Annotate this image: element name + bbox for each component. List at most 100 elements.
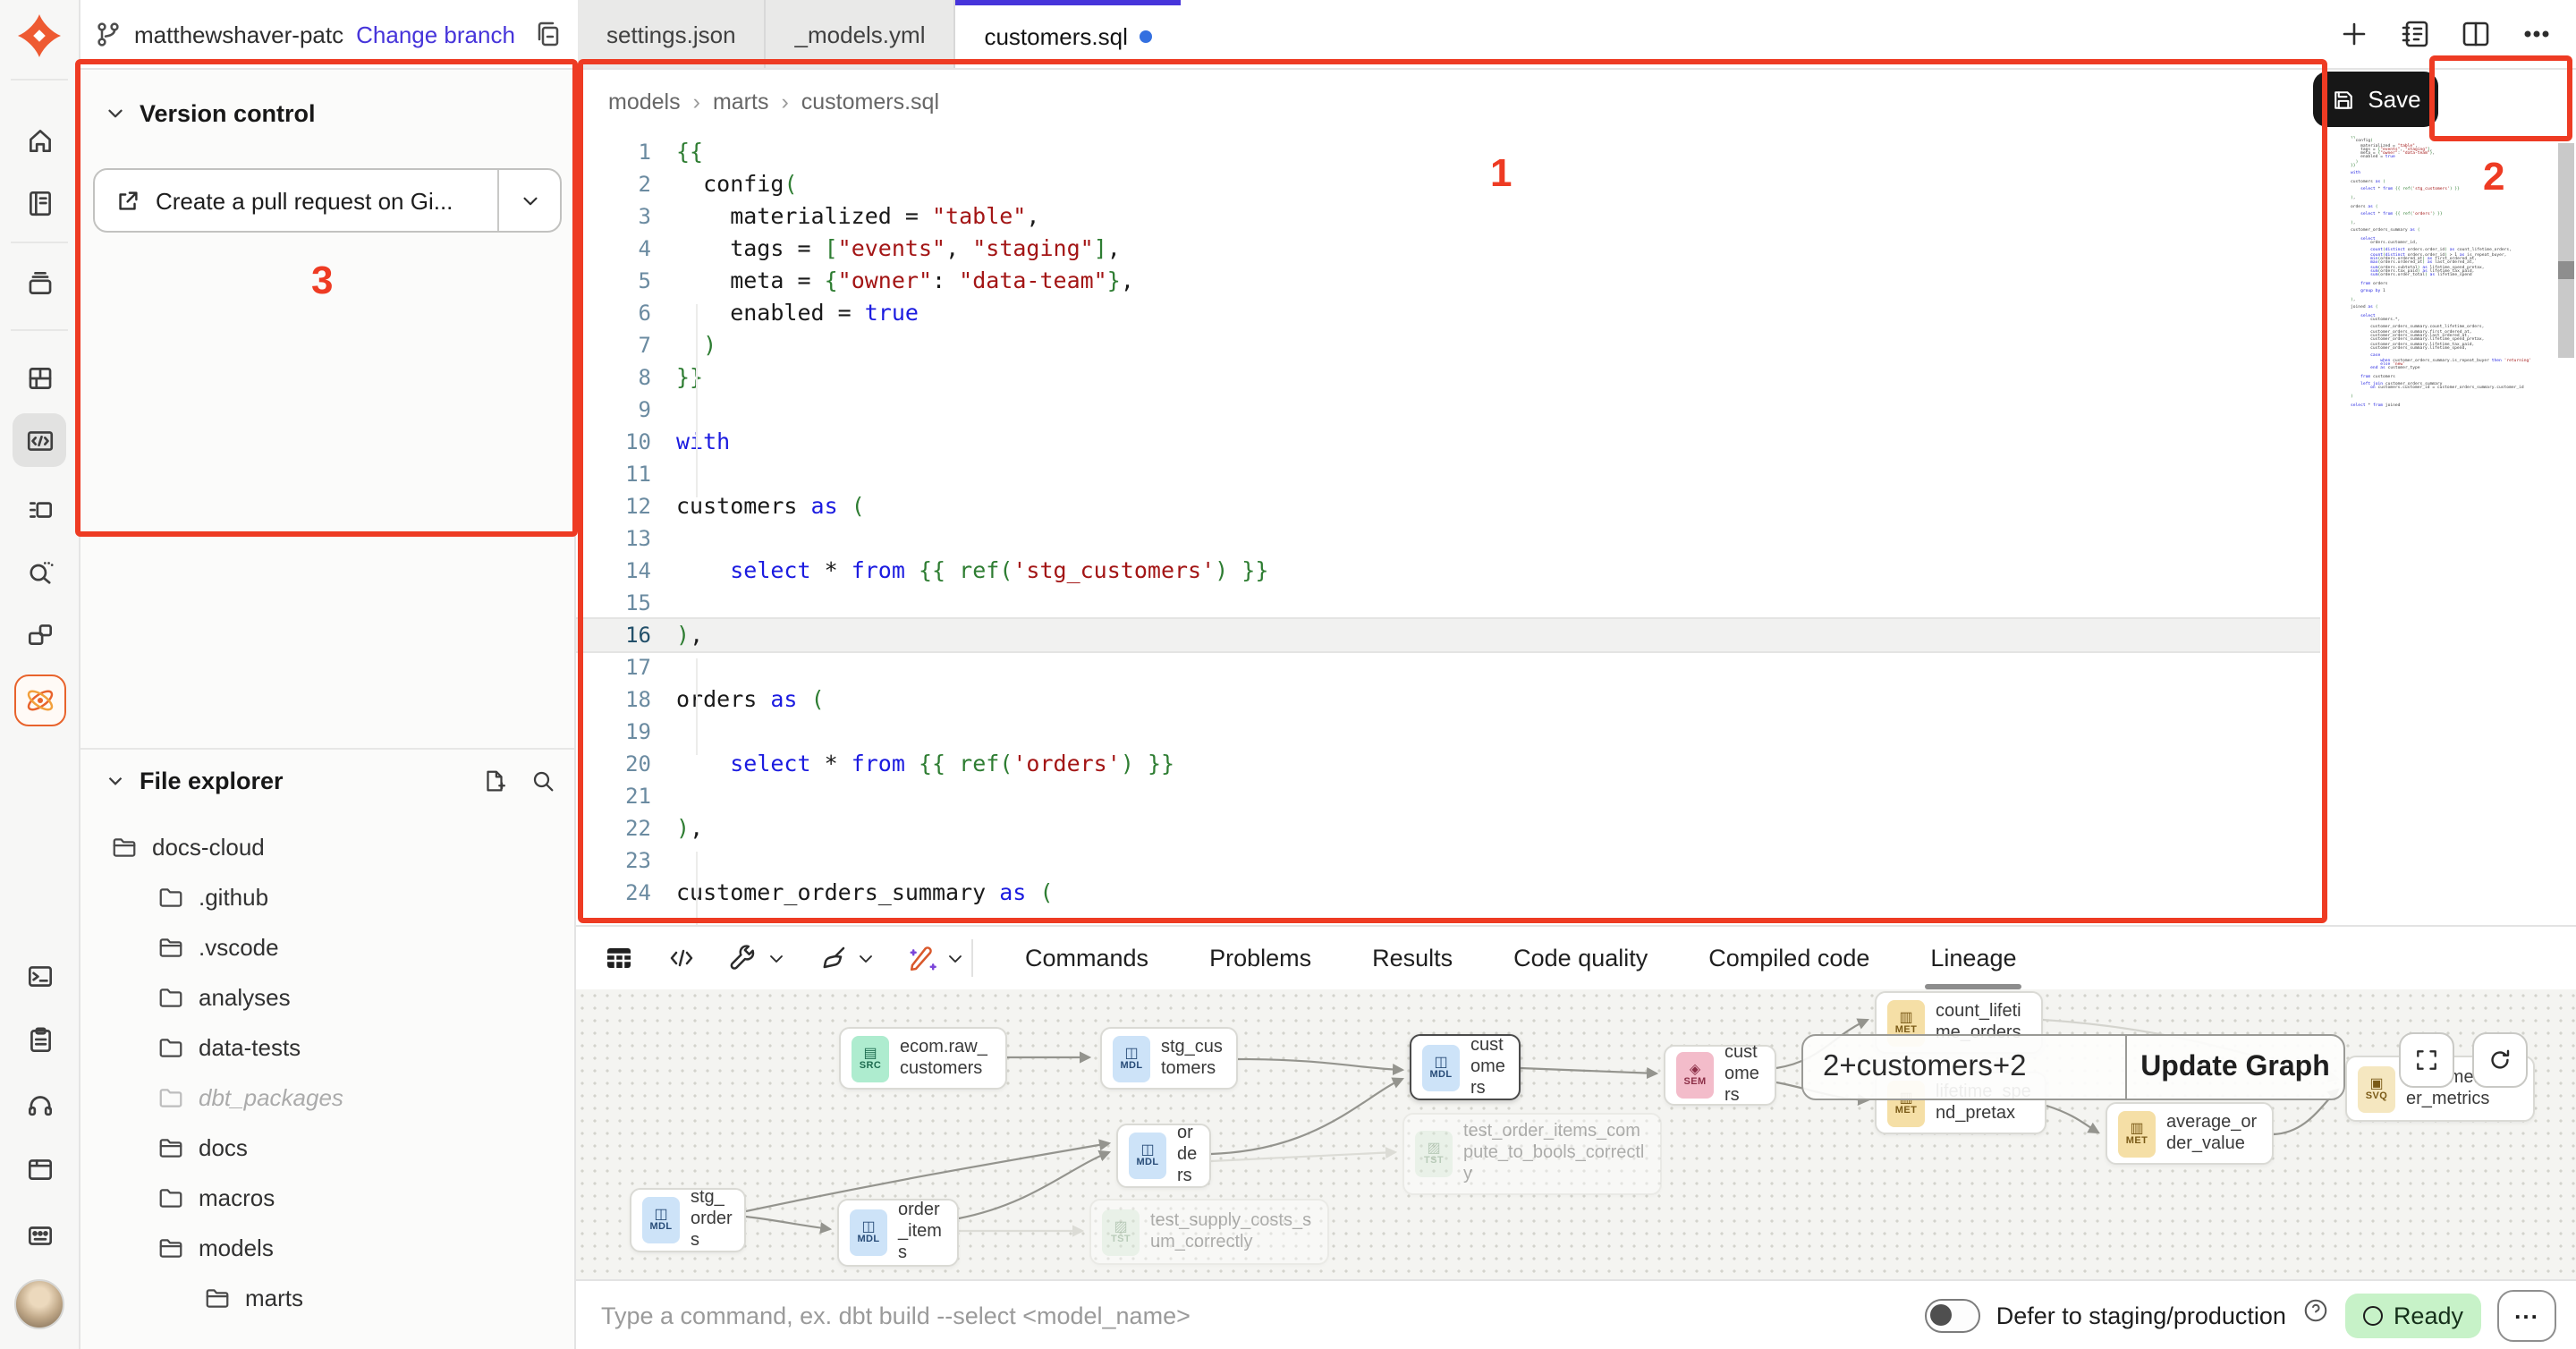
panel-tab-Compiled code[interactable]: Compiled code [1678,927,1900,989]
tree-item-.vscode[interactable]: .vscode [79,921,572,971]
code-line-16[interactable]: 16), [576,619,2320,651]
editor-scrollbar-thumb[interactable] [2558,261,2574,279]
version-control-header[interactable]: Version control [104,100,316,127]
lineage-node-test_order_items_compute_to_bools_correctly[interactable]: ▨TSTtest_order_items_compute_to_bools_co… [1402,1113,1662,1195]
home-icon[interactable] [13,113,66,166]
code-line-13[interactable]: 13 [576,522,2320,555]
code-line-8[interactable]: 8}} [576,361,2320,394]
editor-scrollbar-track[interactable] [2558,143,2574,358]
code-line-20[interactable]: 20 select * from {{ ref('orders') }} [576,748,2320,780]
docs-notebook-icon[interactable] [13,175,66,229]
ai-fix-dropdown[interactable] [907,942,966,974]
tree-item-dbt_packages[interactable]: dbt_packages [79,1072,572,1122]
tree-item-marts[interactable]: marts [79,1272,572,1322]
code-line-22[interactable]: 22), [576,812,2320,844]
code-line-9[interactable]: 9 [576,394,2320,426]
code-line-2[interactable]: 2 config( [576,168,2320,200]
lineage-node-order_items[interactable]: ◫MDLorder_items [837,1199,959,1267]
breadcrumb-item[interactable]: customers.sql [801,89,939,115]
code-lines[interactable]: 1{{2 config(3 materialized = "table",4 t… [576,136,2320,909]
fullscreen-button[interactable] [2399,1032,2454,1088]
code-line-7[interactable]: 7 ) [576,329,2320,361]
code-line-15[interactable]: 15 [576,587,2320,619]
lineage-node-orders[interactable]: ◫MDLorders [1116,1124,1211,1188]
code-line-14[interactable]: 14 select * from {{ ref('stg_customers')… [576,555,2320,587]
split-pane-icon[interactable] [2454,13,2497,55]
notebook-list-icon[interactable] [2394,13,2436,55]
linked-windows-icon[interactable] [13,607,66,660]
code-line-4[interactable]: 4 tags = ["events", "staging"], [576,233,2320,265]
create-pr-dropdown[interactable] [497,170,560,231]
lineage-node-stg_customers[interactable]: ◫MDLstg_customers [1100,1027,1238,1090]
create-pr-button[interactable]: Create a pull request on Gi... [95,170,497,231]
clipboard-icon[interactable] [13,1013,66,1066]
editor-tab-customers.sql[interactable]: customers.sql [955,0,1181,68]
code-line-5[interactable]: 5 meta = {"owner": "data-team"}, [576,265,2320,297]
tree-item-docs-cloud[interactable]: docs-cloud [79,821,572,871]
code-line-18[interactable]: 18orders as ( [576,683,2320,716]
branch-control[interactable]: matthewshaver-patc Change branch [93,0,562,68]
code-editor[interactable]: models›marts›customers.sql 1{{2 config(3… [576,68,2576,925]
results-table-icon[interactable] [603,942,635,974]
code-line-19[interactable]: 19 [576,716,2320,748]
dbt-fusion-icon[interactable] [13,673,66,726]
compiled-code-icon[interactable] [665,942,698,974]
tree-item-macros[interactable]: macros [79,1172,572,1222]
lineage-node-test_supply_costs_sum_correctly[interactable]: ▨TSTtest_supply_costs_sum_correctly [1089,1199,1329,1265]
command-input[interactable]: Type a command, ex. dbt build --select <… [601,1302,1925,1328]
layout-grid-icon[interactable] [13,351,66,404]
user-avatar[interactable] [13,1277,66,1331]
code-line-17[interactable]: 17 [576,651,2320,683]
save-button[interactable]: Save [2313,72,2438,127]
new-file-icon[interactable] [481,767,508,793]
inbox-stack-icon[interactable] [13,256,66,310]
tree-item-analyses[interactable]: analyses [79,971,572,1022]
support-headset-icon[interactable] [13,1077,66,1131]
tree-item-models[interactable]: models [79,1222,572,1272]
copy-icon[interactable] [533,20,562,48]
panel-tab-Results[interactable]: Results [1342,927,1483,989]
code-line-11[interactable]: 11 [576,458,2320,490]
keyboard-shortcuts-icon[interactable] [13,1208,66,1261]
lineage-node-customers[interactable]: ◫MDLcustomers [1410,1034,1521,1100]
code-line-1[interactable]: 1{{ [576,136,2320,168]
code-editor-icon[interactable] [13,413,66,467]
tree-item-.github[interactable]: .github [79,871,572,921]
tree-item-docs[interactable]: docs [79,1122,572,1172]
lineage-node-ecom.raw_customers[interactable]: ▤SRCecom.raw_customers [839,1027,1007,1090]
format-cleanup-dropdown[interactable] [818,942,877,974]
tree-item-data-tests[interactable]: data-tests [79,1022,572,1072]
new-tab-plus-icon[interactable] [2333,13,2376,55]
breadcrumb-item[interactable]: marts [713,89,769,115]
terminal-icon[interactable] [13,948,66,1002]
file-explorer-header[interactable]: File explorer [104,755,556,805]
refresh-button[interactable] [2472,1032,2528,1088]
panel-tab-Commands[interactable]: Commands [995,927,1179,989]
lineage-node-average_order_value[interactable]: ▥METaverage_order_value [2106,1102,2274,1165]
browser-window-icon[interactable] [13,1141,66,1195]
code-line-3[interactable]: 3 materialized = "table", [576,200,2320,233]
code-line-6[interactable]: 6 enabled = true [576,297,2320,329]
lineage-canvas[interactable]: ▤SRCecom.raw_customers ◫MDLstg_customers ◫… [576,989,2576,1281]
code-line-21[interactable]: 21 [576,780,2320,812]
build-tools-dropdown[interactable] [728,942,787,974]
minimap[interactable]: {{ config( materialized = "table", tags … [2351,136,2551,458]
editor-tab-settings.json[interactable]: settings.json [578,0,767,68]
code-line-12[interactable]: 12customers as ( [576,490,2320,522]
lineage-node-stg_orders[interactable]: ◫MDLstg_orders [630,1188,746,1252]
status-badge[interactable]: Ready [2345,1293,2481,1337]
more-options-button[interactable]: ... [2497,1289,2556,1341]
help-icon[interactable] [2302,1297,2329,1333]
code-line-23[interactable]: 23 [576,844,2320,877]
update-graph-button[interactable]: Update Graph [2125,1036,2343,1099]
change-branch-link[interactable]: Change branch [356,21,515,47]
overflow-menu-icon[interactable] [2515,13,2558,55]
panel-tab-Problems[interactable]: Problems [1179,927,1342,989]
search-icon[interactable] [530,767,556,793]
lineage-selector-input[interactable]: 2+customers+2 [1803,1036,2125,1099]
defer-toggle[interactable] [1925,1298,1980,1332]
code-line-10[interactable]: 10with [576,426,2320,458]
panel-tab-Lineage[interactable]: Lineage [1900,927,2046,989]
editor-tab-_models.yml[interactable]: _models.yml [767,0,956,68]
lineage-node-customers[interactable]: ◈SEMcustomers [1664,1045,1776,1106]
